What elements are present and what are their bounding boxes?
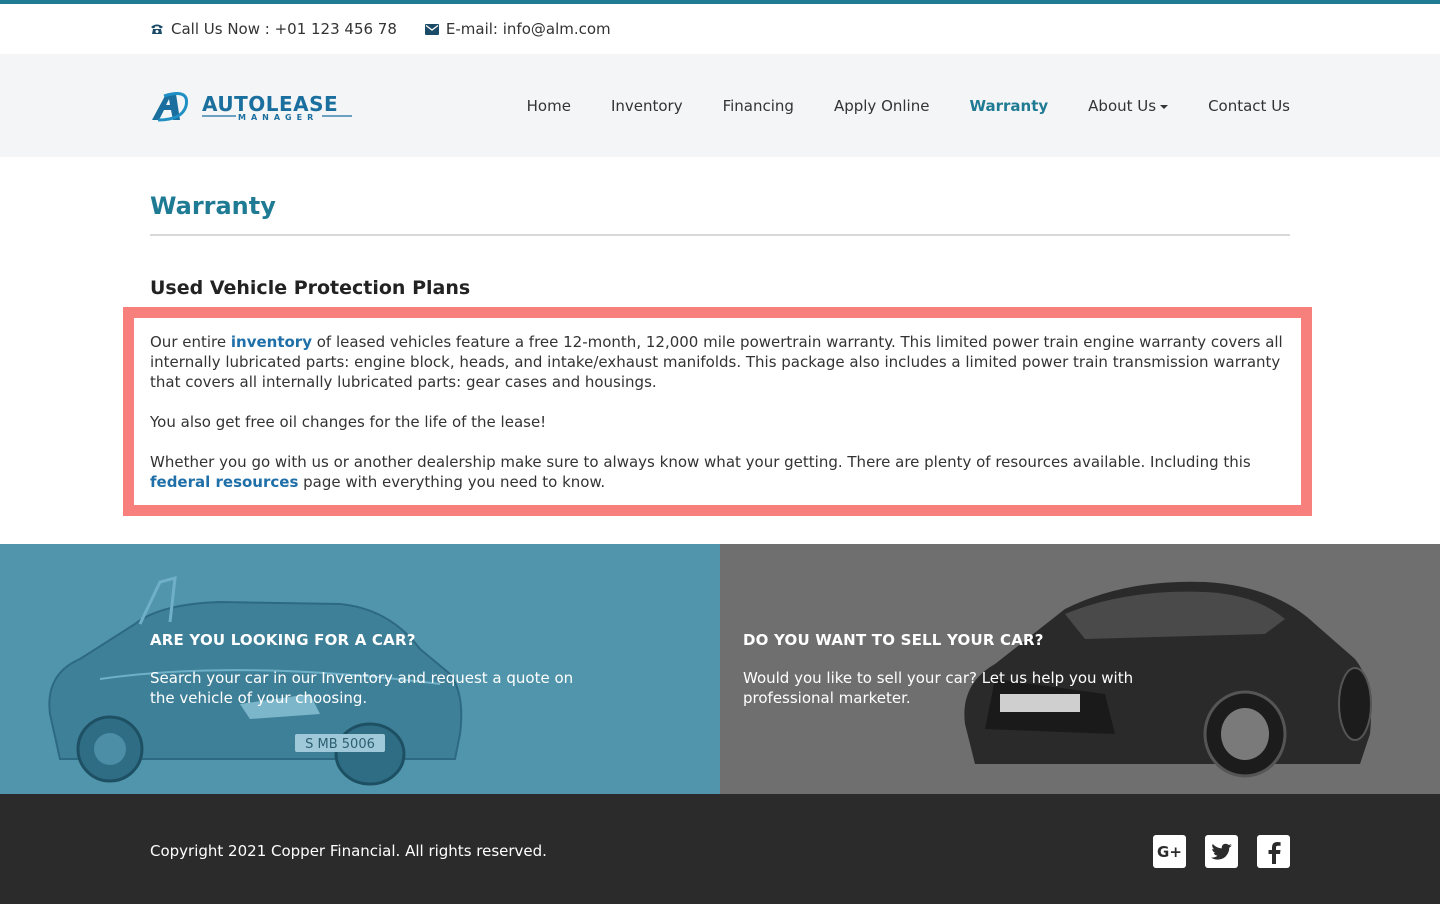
svg-text:MANAGER: MANAGER [238, 113, 318, 122]
promo-sell-car[interactable]: DO YOU WANT TO SELL YOUR CAR? Would you … [720, 544, 1440, 794]
twitter-icon[interactable] [1205, 835, 1238, 868]
license-plate: S MB 5006 [305, 737, 375, 752]
caret-down-icon [1160, 104, 1169, 109]
google-plus-icon[interactable]: G+ [1153, 835, 1186, 868]
social-links: G+ [1134, 835, 1290, 868]
p3-text-start: Whether you go with us or another dealer… [150, 453, 1251, 471]
promo-find-car[interactable]: S MB 5006 ARE YOU LOOKING FOR A CAR? Sea… [0, 544, 720, 794]
warranty-paragraph: Our entire inventory of leased vehicles … [150, 332, 1290, 392]
footer: Copyright 2021 Copper Financial. All rig… [0, 794, 1440, 904]
header: AUTOLEASE MANAGER Home Inventory Financi… [0, 54, 1440, 157]
inventory-link[interactable]: inventory [231, 333, 312, 351]
site-logo[interactable]: AUTOLEASE MANAGER [150, 90, 353, 124]
title-divider [150, 234, 1290, 236]
email-contact: E-mail: info@alm.com [424, 20, 611, 38]
nav-inventory[interactable]: Inventory [611, 97, 683, 115]
nav-home[interactable]: Home [527, 97, 571, 115]
promo-right-text: Would you like to sell your car? Let us … [743, 669, 1134, 707]
promo-right-title: DO YOU WANT TO SELL YOUR CAR? [743, 631, 1044, 649]
phone-text: Call Us Now : +01 123 456 78 [171, 20, 397, 38]
p3-text-end: page with everything you need to know. [298, 473, 606, 491]
federal-resources-link[interactable]: federal resources [150, 473, 298, 491]
main-nav: Home Inventory Financing Apply Online Wa… [487, 54, 1290, 157]
google-plus-label: G+ [1157, 842, 1182, 861]
page-title: Warranty [150, 192, 276, 220]
nav-about-us[interactable]: About Us [1088, 96, 1169, 115]
resources-paragraph: Whether you go with us or another dealer… [150, 452, 1290, 492]
phone-contact: Call Us Now : +01 123 456 78 [150, 20, 397, 38]
p1-text-end: of leased vehicles feature a free 12-mon… [150, 333, 1283, 391]
email-text[interactable]: E-mail: info@alm.com [446, 20, 611, 38]
section-heading: Used Vehicle Protection Plans [150, 277, 471, 299]
nav-financing[interactable]: Financing [723, 97, 794, 115]
promo-left-title: ARE YOU LOOKING FOR A CAR? [150, 631, 416, 649]
contact-bar: Call Us Now : +01 123 456 78 E-mail: inf… [0, 4, 1440, 54]
phone-icon [150, 22, 164, 36]
promo-left-text: Search your car in our Inventory and req… [150, 669, 574, 707]
nav-warranty[interactable]: Warranty [969, 97, 1048, 115]
nav-about-us-label: About Us [1088, 96, 1157, 115]
copyright-text: Copyright 2021 Copper Financial. All rig… [150, 842, 547, 860]
nav-apply-online[interactable]: Apply Online [834, 97, 930, 115]
oil-change-paragraph: You also get free oil changes for the li… [150, 413, 547, 431]
facebook-icon[interactable] [1257, 835, 1290, 868]
p1-text-start: Our entire [150, 333, 231, 351]
nav-contact-us[interactable]: Contact Us [1208, 97, 1290, 115]
main-content: Warranty Used Vehicle Protection Plans O… [0, 157, 1440, 544]
envelope-icon [424, 22, 439, 36]
